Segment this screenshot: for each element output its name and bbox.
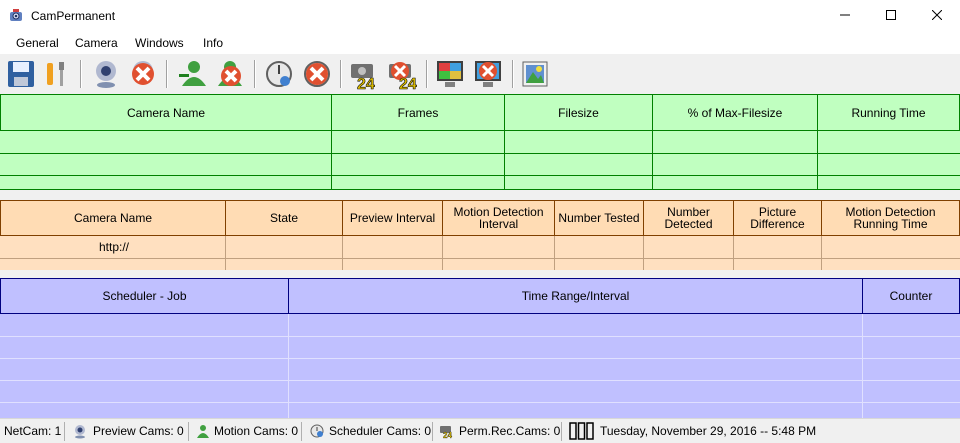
status-perm-rec-cams: Perm.Rec.Cams: 0	[459, 424, 561, 438]
status-separator	[561, 422, 562, 441]
toolbar-separator	[80, 60, 82, 88]
motion-detection-delete-icon[interactable]	[301, 58, 333, 90]
grid-spacer	[0, 190, 960, 200]
column-header[interactable]: Filesize	[504, 94, 652, 131]
column-header[interactable]: Counter	[862, 278, 960, 314]
camera-24-icon: 24	[440, 426, 453, 439]
column-header[interactable]: Scheduler - Job	[0, 278, 288, 314]
status-preview-cams: Preview Cams: 0	[93, 424, 184, 438]
status-bar: NetCam: 1 Preview Cams: 0 Motion Cams: 0…	[0, 418, 960, 443]
app-icon	[10, 9, 22, 21]
column-header[interactable]: % of Max-Filesize	[652, 94, 817, 131]
col-divider	[862, 314, 863, 418]
row-divider	[0, 153, 960, 154]
column-header[interactable]: Motion Detection Running Time	[821, 200, 960, 236]
save-icon[interactable]	[5, 58, 37, 90]
row-divider	[0, 175, 960, 176]
column-header[interactable]: Picture Difference	[733, 200, 821, 236]
svg-text:24: 24	[399, 76, 417, 90]
column-header[interactable]: Camera Name	[0, 200, 225, 236]
menu-windows[interactable]: Windows	[135, 36, 184, 50]
clock-icon	[310, 424, 324, 438]
minimize-icon	[840, 14, 850, 16]
row-divider	[0, 336, 960, 337]
motion-detection-icon[interactable]	[263, 58, 295, 90]
col-divider	[821, 236, 822, 270]
scheduler-table: Scheduler - Job Time Range/Interval Coun…	[0, 278, 960, 418]
col-divider	[733, 236, 734, 270]
col-divider	[288, 314, 289, 418]
col-divider	[652, 131, 653, 190]
webcam-icon	[75, 425, 85, 439]
column-header[interactable]: Number Detected	[643, 200, 733, 236]
window-title: CamPermanent	[31, 9, 116, 23]
svg-text:24: 24	[443, 431, 452, 439]
menu-info[interactable]: Info	[203, 36, 223, 50]
recording-cams-table: Camera Name Frames Filesize % of Max-Fil…	[0, 94, 960, 190]
webcam-icon[interactable]	[90, 58, 122, 90]
row-divider	[0, 402, 960, 403]
col-divider	[504, 131, 505, 190]
status-netcam: NetCam: 1	[4, 424, 62, 438]
status-scheduler-cams: Scheduler Cams: 0	[329, 424, 432, 438]
column-header[interactable]: Preview Interval	[342, 200, 442, 236]
toolbar-separator	[166, 60, 168, 88]
toolbar: 24 24	[0, 54, 960, 94]
settings-tools-icon[interactable]	[40, 58, 72, 90]
toolbar-separator	[254, 60, 256, 88]
monitor-delete-icon[interactable]	[472, 58, 504, 90]
camera-24-icon[interactable]: 24	[349, 58, 381, 90]
maximize-button[interactable]	[868, 0, 914, 30]
status-separator	[301, 422, 302, 441]
row-divider	[0, 358, 960, 359]
column-header[interactable]: Camera Name	[0, 94, 331, 131]
menu-general[interactable]: General	[16, 36, 59, 50]
menu-camera[interactable]: Camera	[75, 36, 118, 50]
grid-spacer	[0, 270, 960, 278]
column-header[interactable]: Frames	[331, 94, 504, 131]
toolbar-separator	[512, 60, 514, 88]
user-icon	[197, 425, 209, 438]
camera-24-delete-icon[interactable]: 24	[387, 58, 419, 90]
status-separator	[432, 422, 433, 441]
column-header[interactable]: Motion Detection Interval	[442, 200, 554, 236]
status-motion-cams: Motion Cams: 0	[214, 424, 299, 438]
col-divider	[554, 236, 555, 270]
col-divider	[643, 236, 644, 270]
minimize-button[interactable]	[822, 0, 868, 30]
user-delete-icon[interactable]	[214, 58, 246, 90]
keyboard-indicator-icon	[569, 422, 594, 440]
status-datetime: Tuesday, November 29, 2016 -- 5:48 PM	[600, 424, 817, 438]
column-header[interactable]: Running Time	[817, 94, 960, 131]
menu-bar: General Camera Windows Info	[0, 32, 960, 54]
table-cell[interactable]: http://	[99, 240, 129, 254]
col-divider	[331, 131, 332, 190]
picture-icon[interactable]	[519, 58, 551, 90]
col-divider	[342, 236, 343, 270]
title-bar: CamPermanent	[0, 0, 960, 32]
status-separator	[64, 422, 65, 441]
toolbar-separator	[426, 60, 428, 88]
monitor-icon[interactable]	[434, 58, 466, 90]
close-button[interactable]	[914, 0, 960, 30]
webcam-delete-icon[interactable]	[127, 58, 159, 90]
col-divider	[817, 131, 818, 190]
column-header[interactable]: Time Range/Interval	[288, 278, 862, 314]
close-icon	[932, 10, 942, 20]
column-header[interactable]: Number Tested	[554, 200, 643, 236]
toolbar-separator	[340, 60, 342, 88]
col-divider	[442, 236, 443, 270]
maximize-icon	[886, 10, 896, 20]
svg-text:24: 24	[357, 76, 375, 90]
motion-cams-table: Camera Name State Preview Interval Motio…	[0, 200, 960, 270]
col-divider	[225, 236, 226, 270]
column-header[interactable]: State	[225, 200, 342, 236]
row-divider	[0, 380, 960, 381]
user-add-icon[interactable]	[176, 58, 208, 90]
status-separator	[188, 422, 189, 441]
row-divider	[0, 258, 960, 259]
